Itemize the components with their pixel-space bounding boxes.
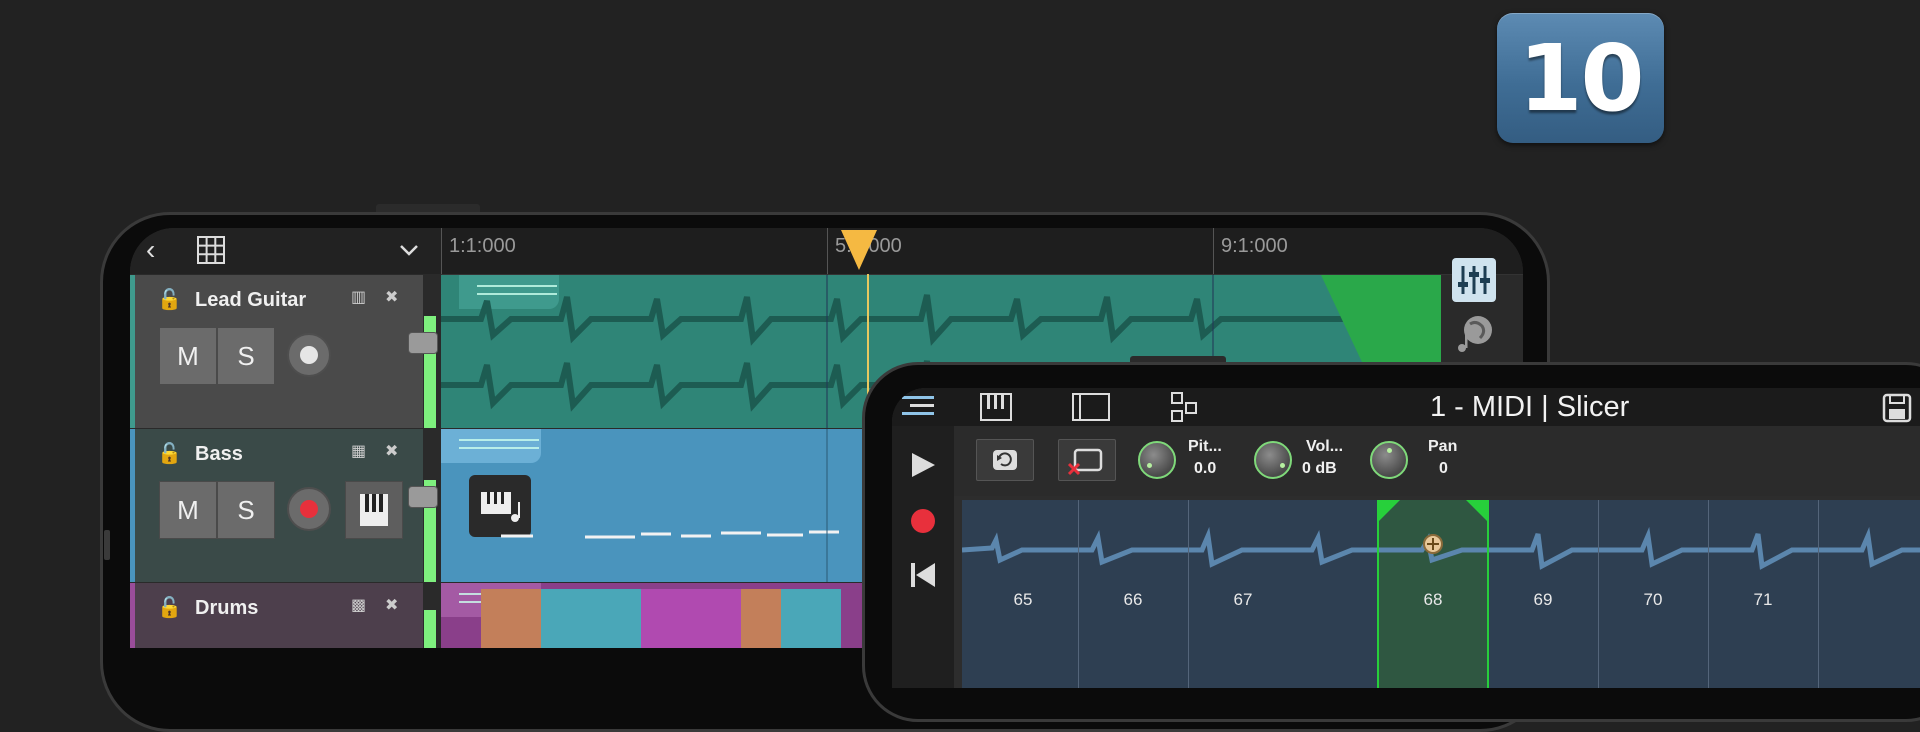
volume-knob[interactable] [1254,441,1292,479]
slicer-title: 1 - MIDI | Slicer [1430,391,1630,423]
lock-icon[interactable]: 🔓 [157,287,182,312]
lock-icon[interactable]: 🔓 [157,441,182,466]
piano-icon: ▦ [351,443,367,460]
volume-label: Vol... [1306,438,1344,455]
instrument-button[interactable] [345,481,403,539]
mixer-icon[interactable] [1452,258,1496,302]
pitch-knob[interactable] [1138,441,1176,479]
record-arm-button[interactable] [287,487,331,531]
ruler-marker: 9:1:000 [1221,235,1288,257]
save-icon[interactable] [1882,393,1912,423]
drum-pad-icon: ▩ [351,597,367,614]
slice-number: 68 [1423,590,1443,609]
menu-icon[interactable] [898,390,938,424]
slicer-controls: Pit... 0.0 Vol... 0 dB Pan 0 [954,426,1920,496]
track-name: Drums [195,597,259,619]
track-bass[interactable]: 🔓 Bass ▦ ✖ M S [130,429,423,582]
pan-label: Pan [1428,438,1458,455]
tablet-side-button [104,530,110,560]
record-icon[interactable] [908,506,938,536]
drum-pattern-block [541,589,641,648]
slicer-toolbar: 1 - MIDI | Slicer [892,388,1920,426]
timeline-ruler[interactable]: 1:1:000 5:1:000 9:1:000 [441,228,1523,275]
pitch-value: 0.0 [1194,460,1217,477]
back-icon[interactable]: ‹ [146,234,155,266]
track-header-bar: ‹ [130,228,441,274]
pan-value: 0 [1439,460,1448,477]
pitch-label: Pit... [1188,438,1222,455]
mute-button[interactable]: M [159,327,217,385]
slice-number: 67 [1233,590,1253,609]
solo-button[interactable]: S [217,481,275,539]
slice-waveform[interactable]: 65 66 67 68 69 70 71 [962,500,1920,688]
track-name: Bass [195,443,243,465]
track-name: Lead Guitar [195,289,307,311]
mute-button[interactable]: M [159,481,217,539]
slice-number: 69 [1533,590,1553,609]
track-lead-guitar[interactable]: 🔓 Lead Guitar ▥ ✖ M S [130,275,423,428]
volume-slider-handle[interactable] [408,486,438,508]
version-badge: 10 [1497,13,1664,143]
volume-value: 0 dB [1302,460,1337,477]
pan-knob[interactable] [1370,441,1408,479]
drum-pattern-block [741,589,781,648]
clear-loop-button[interactable] [1058,439,1116,481]
solo-button[interactable]: S [217,327,275,385]
slice-number: 66 [1123,590,1143,609]
slice-number: 70 [1643,590,1663,609]
grid-icon[interactable] [196,235,226,265]
record-arm-button[interactable] [287,333,331,377]
volume-slider-handle[interactable] [408,332,438,354]
pads-icon[interactable] [1170,391,1200,423]
drum-pattern-block [641,589,741,648]
close-icon[interactable]: ✖ [385,441,398,461]
playhead-marker[interactable] [839,228,879,274]
play-icon[interactable] [908,450,938,480]
phone-screen: 1 - MIDI | Slicer Pit... 0.0 Vol... 0 dB… [892,388,1920,688]
level-meter [424,610,436,648]
ruler-marker: 1:1:000 [449,235,516,257]
slice-number: 65 [1013,590,1033,609]
close-icon[interactable]: ✖ [385,595,398,615]
waveform-icon: ▥ [351,289,367,306]
transport-bar [892,426,954,688]
drum-pattern-block [781,589,841,648]
close-icon[interactable]: ✖ [385,287,398,307]
track-drums[interactable]: 🔓 Drums ▩ ✖ [130,583,423,648]
sound-browser-icon[interactable] [1452,312,1496,356]
piano-roll-icon[interactable] [980,393,1012,421]
lock-icon[interactable]: 🔓 [157,595,182,620]
loop-toggle-button[interactable] [976,439,1034,481]
piano-keys-icon [360,494,388,526]
panel-icon[interactable] [1072,393,1110,421]
slice-number: 71 [1753,590,1773,609]
rewind-icon[interactable] [908,560,938,590]
chevron-down-icon[interactable] [398,242,420,258]
